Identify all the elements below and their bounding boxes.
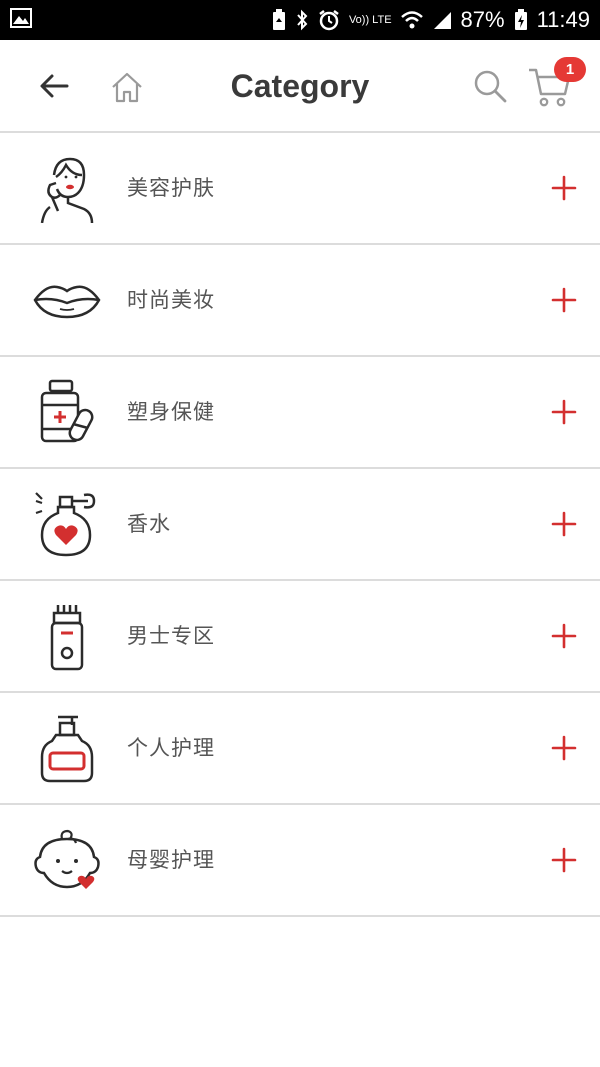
plus-icon[interactable]: [551, 511, 577, 537]
category-list: 美容护肤 时尚美妆 塑身保健 香水 男士专区 个人护理 母婴护理: [0, 133, 600, 917]
search-icon: [474, 70, 507, 103]
baby-face-icon: [34, 829, 100, 889]
clock: 11:49: [536, 7, 590, 32]
plus-icon[interactable]: [551, 175, 577, 201]
category-item-perfume[interactable]: 香水: [0, 469, 600, 581]
plus-icon[interactable]: [551, 399, 577, 425]
status-bar: Vo)) LTE 87% 11:49: [0, 0, 600, 40]
arrow-left-icon: [40, 74, 69, 98]
category-label: 母婴护理: [127, 848, 215, 872]
lotion-bottle-icon: [40, 715, 94, 783]
category-label: 香水: [127, 512, 171, 536]
battery-percent: 87%: [460, 7, 505, 32]
cart-count-badge: 1: [554, 57, 586, 82]
battery-saver-icon: [272, 9, 286, 31]
plus-icon[interactable]: [551, 623, 577, 649]
category-label: 个人护理: [127, 736, 215, 760]
bluetooth-icon: [295, 9, 309, 31]
home-button[interactable]: [108, 68, 146, 106]
woman-face-icon: [40, 157, 94, 223]
search-button[interactable]: [472, 68, 508, 104]
alarm-icon: [318, 9, 340, 31]
category-item-mother-baby[interactable]: 母婴护理: [0, 805, 600, 917]
page-title: Category: [230, 68, 370, 104]
lips-icon: [33, 285, 101, 319]
category-label: 时尚美妆: [127, 288, 215, 312]
category-label: 男士专区: [127, 624, 215, 648]
volte-indicator: Vo)) LTE: [348, 13, 392, 26]
medicine-bottle-icon: [40, 379, 94, 443]
plus-icon[interactable]: [551, 847, 577, 873]
category-item-fashion-makeup[interactable]: 时尚美妆: [0, 245, 600, 357]
category-item-mens-zone[interactable]: 男士专区: [0, 581, 600, 693]
category-item-personal-care[interactable]: 个人护理: [0, 693, 600, 805]
perfume-icon: [35, 492, 96, 557]
gallery-icon: [10, 8, 32, 32]
back-button[interactable]: [36, 68, 72, 104]
category-item-beauty-skincare[interactable]: 美容护肤: [0, 133, 600, 245]
category-label: 塑身保健: [127, 400, 215, 424]
plus-icon[interactable]: [551, 287, 577, 313]
category-item-slimming-health[interactable]: 塑身保健: [0, 357, 600, 469]
category-label: 美容护肤: [127, 176, 215, 200]
wifi-icon: [400, 10, 423, 30]
battery-icon: [514, 9, 528, 31]
app-header: Category: [0, 40, 600, 133]
plus-icon[interactable]: [551, 735, 577, 761]
home-icon: [112, 72, 142, 103]
shaver-icon: [50, 605, 84, 671]
signal-icon: [432, 10, 452, 30]
